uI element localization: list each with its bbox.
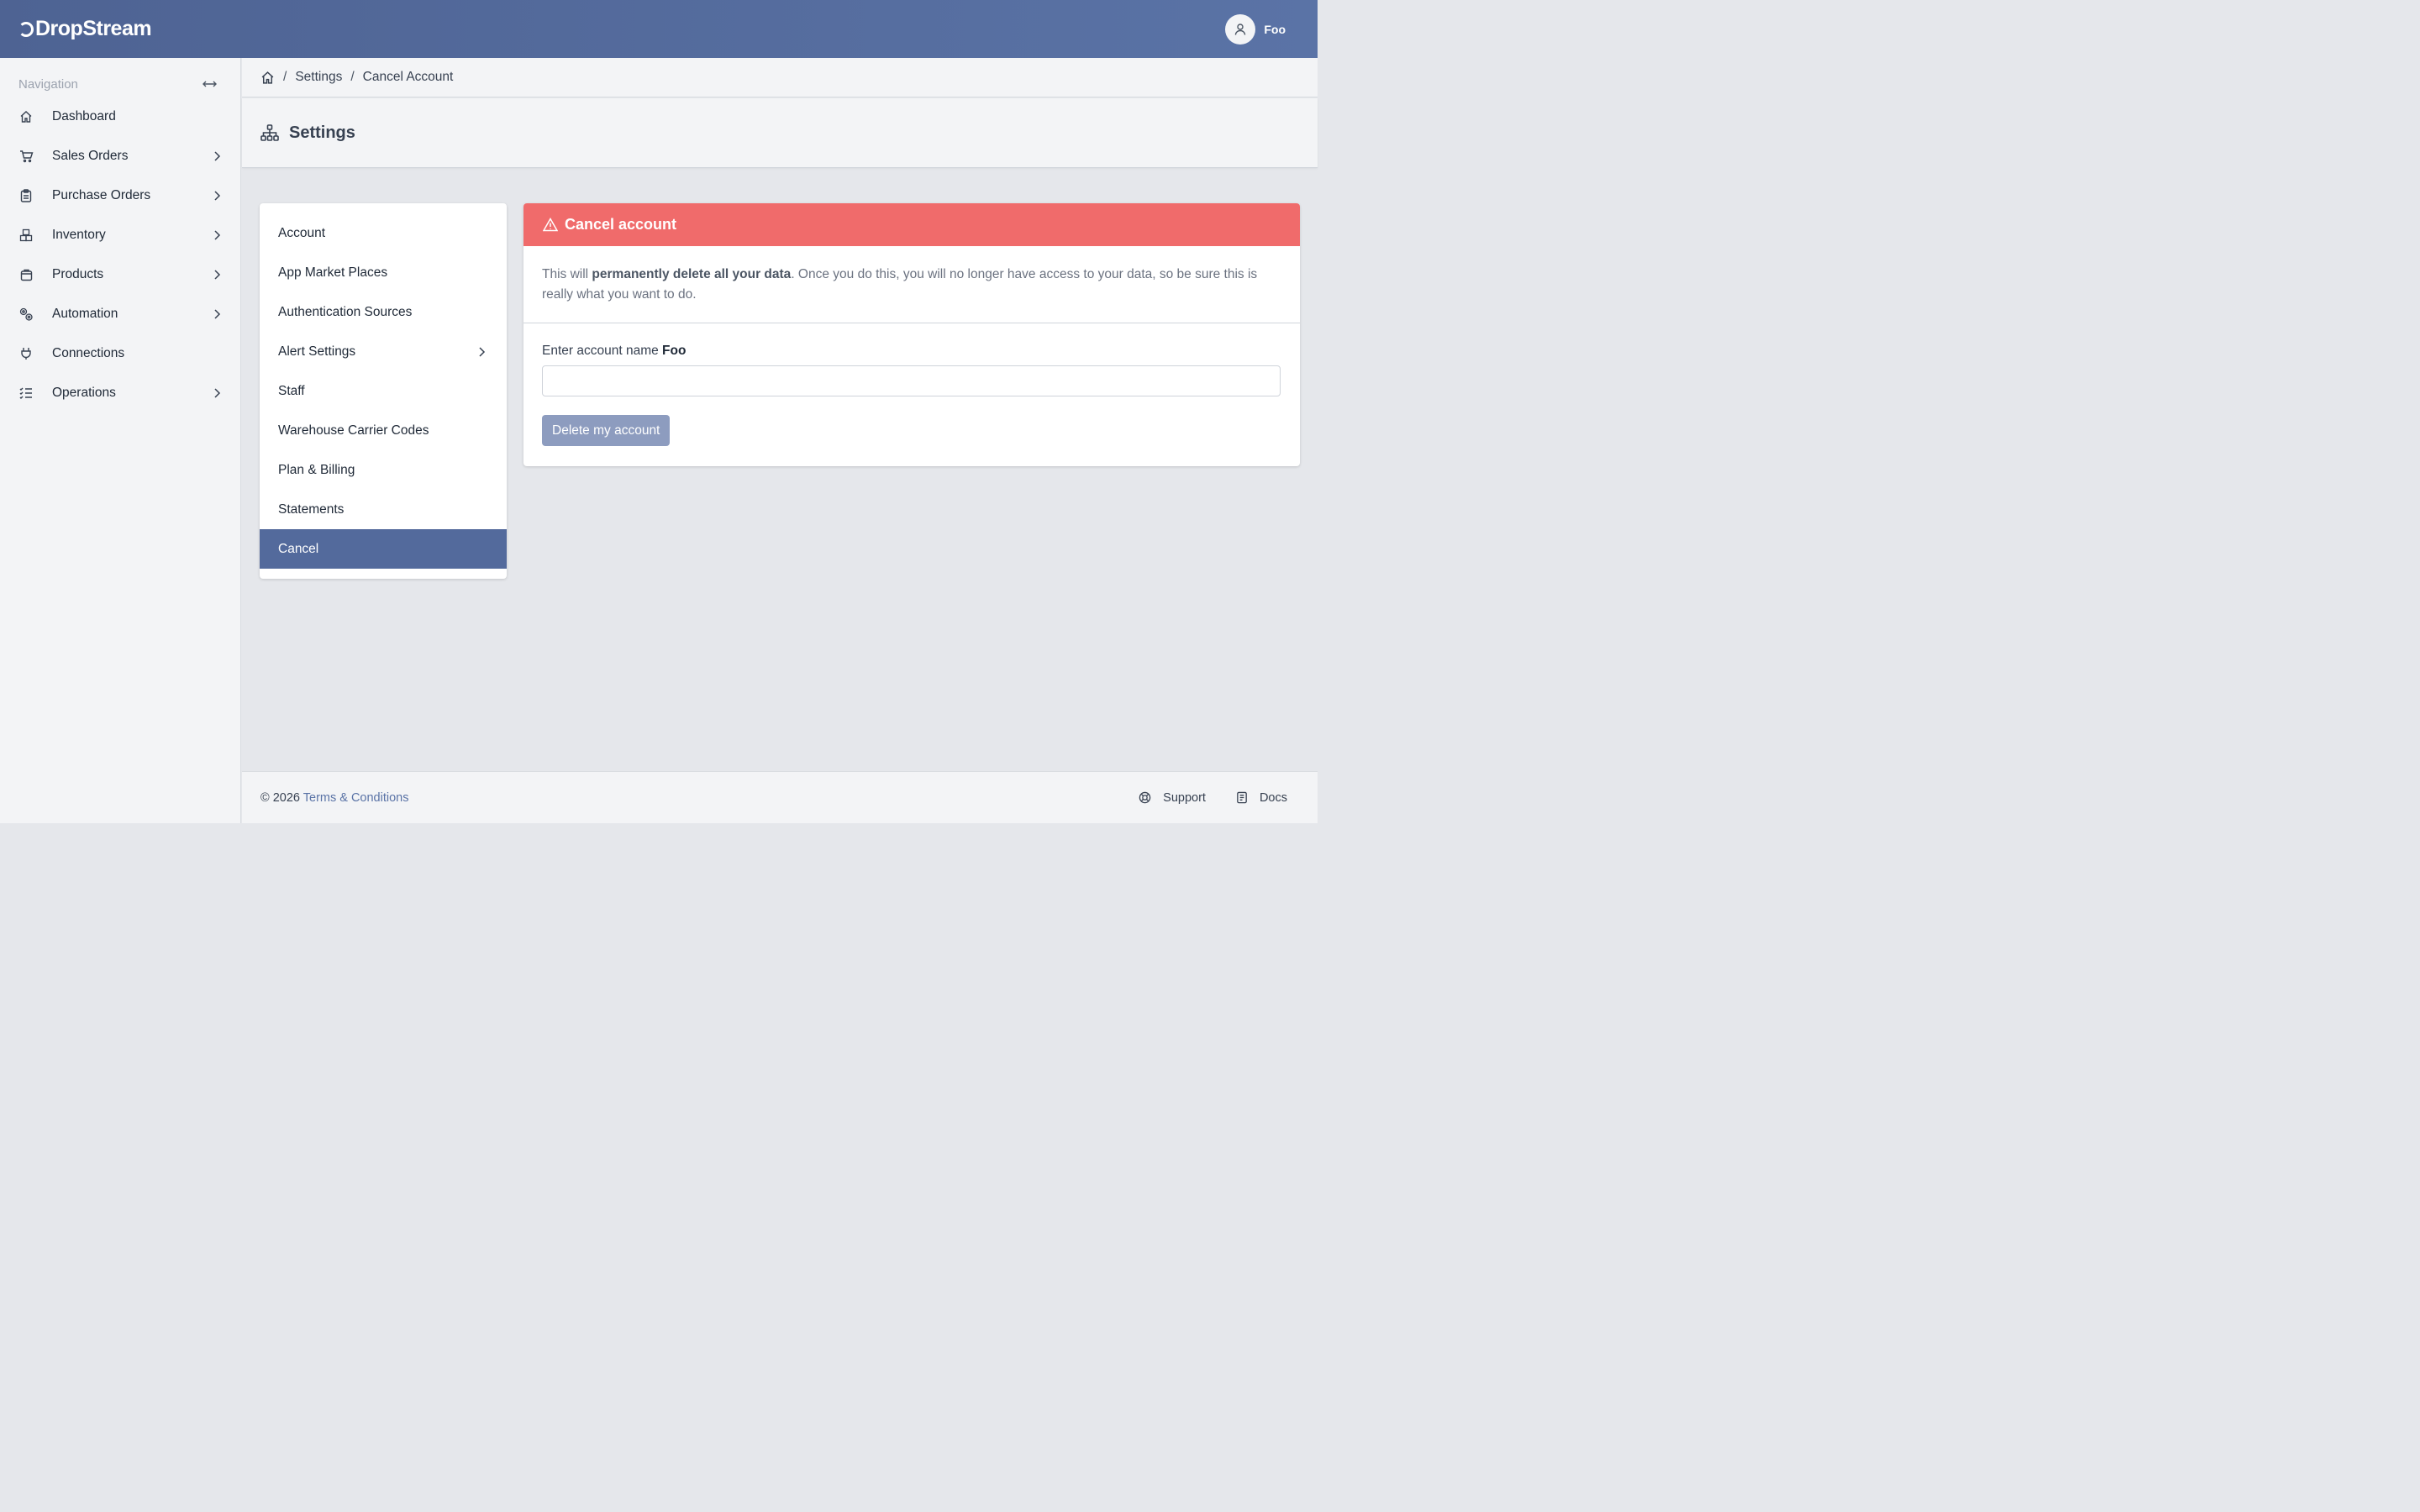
- sidebar-item-label: Automation: [52, 306, 118, 321]
- chevron-right-icon[interactable]: [210, 386, 224, 400]
- settings-item-label: Statements: [278, 501, 345, 517]
- settings-item-label: App Market Places: [278, 265, 388, 280]
- cart-icon: [18, 149, 34, 164]
- panel-title: Cancel account: [565, 216, 677, 233]
- lifebuoy-icon: [1139, 791, 1151, 804]
- sidebar-heading: Navigation: [18, 76, 78, 92]
- account-name-value: Foo: [662, 344, 687, 358]
- sidebar-item-connections[interactable]: Connections: [0, 333, 240, 373]
- settings-item-label: Alert Settings: [278, 344, 356, 359]
- home-icon: [18, 109, 34, 124]
- footer-copyright: © 2026 Terms & Conditions: [260, 791, 408, 805]
- sidebar-item-label: Sales Orders: [52, 148, 129, 163]
- settings-item-cancel[interactable]: Cancel: [260, 529, 507, 569]
- confirm-form: Enter account name Foo Delete my account: [523, 323, 1300, 446]
- sidebar-item-sales-orders[interactable]: Sales Orders: [0, 136, 240, 176]
- sidebar-item-inventory[interactable]: Inventory: [0, 215, 240, 255]
- sidebar: Navigation Dashboard Sales Orders Purcha…: [0, 58, 241, 823]
- settings-item-label: Cancel: [278, 541, 319, 556]
- breadcrumb-cancel-account: Cancel Account: [362, 70, 454, 84]
- breadcrumb-settings[interactable]: Settings: [295, 70, 342, 85]
- settings-item-label: Plan & Billing: [278, 462, 355, 477]
- settings-item-staff[interactable]: Staff: [260, 371, 507, 411]
- warning-icon: [543, 218, 558, 232]
- warning-message: This will permanently delete all your da…: [523, 246, 1300, 323]
- footer-links: Support Docs: [1108, 791, 1287, 805]
- settings-menu: Account App Market Places Authentication…: [260, 203, 507, 579]
- cancel-account-panel: Cancel account This will permanently del…: [523, 203, 1300, 466]
- sidebar-item-label: Purchase Orders: [52, 187, 151, 202]
- home-icon[interactable]: [260, 71, 275, 85]
- list-check-icon: [18, 386, 34, 401]
- user-menu[interactable]: Foo: [1225, 13, 1286, 45]
- sidebar-item-operations[interactable]: Operations: [0, 373, 240, 412]
- settings-item-label: Authentication Sources: [278, 304, 413, 319]
- gears-icon: [18, 307, 34, 322]
- brand-logo[interactable]: DropStream: [18, 17, 152, 41]
- terms-link[interactable]: Terms & Conditions: [303, 791, 409, 805]
- breadcrumb-separator: /: [350, 70, 355, 84]
- docs-link[interactable]: Docs: [1236, 791, 1287, 805]
- sidebar-item-label: Products: [52, 266, 104, 281]
- account-name-label: Enter account name Foo: [542, 344, 1281, 359]
- user-icon: [1235, 23, 1246, 35]
- delete-account-button[interactable]: Delete my account: [542, 415, 671, 446]
- settings-item-label: Account: [278, 225, 326, 240]
- settings-item-label: Warehouse Carrier Codes: [278, 423, 429, 438]
- footer: © 2026 Terms & Conditions Support Docs: [242, 771, 1318, 823]
- settings-item-label: Staff: [278, 383, 305, 398]
- warning-prefix: This will: [542, 267, 592, 281]
- account-name-label-text: Enter account name: [542, 344, 663, 358]
- page-title: Settings: [289, 123, 355, 142]
- chevron-right-icon[interactable]: [210, 150, 224, 163]
- chevron-right-icon[interactable]: [210, 228, 224, 242]
- sidebar-header: Navigation: [0, 58, 240, 97]
- brand-name: DropStream: [35, 17, 152, 40]
- sidebar-item-label: Dashboard: [52, 108, 116, 123]
- support-link[interactable]: Support: [1139, 791, 1206, 805]
- settings-item-statements[interactable]: Statements: [260, 490, 507, 529]
- avatar[interactable]: [1225, 13, 1256, 45]
- sidebar-item-label: Inventory: [52, 227, 106, 242]
- clipboard-icon: [18, 188, 34, 203]
- docs-label: Docs: [1259, 790, 1287, 805]
- sidebar-item-dashboard[interactable]: Dashboard: [0, 97, 240, 136]
- settings-item-warehouse-carrier-codes[interactable]: Warehouse Carrier Codes: [260, 411, 507, 450]
- sitemap-icon: [260, 124, 279, 141]
- sidebar-item-purchase-orders[interactable]: Purchase Orders: [0, 176, 240, 215]
- settings-item-plan-billing[interactable]: Plan & Billing: [260, 450, 507, 490]
- sidebar-item-label: Operations: [52, 385, 116, 400]
- collapse-sidebar-icon[interactable]: [203, 76, 217, 92]
- sidebar-item-label: Connections: [52, 345, 125, 360]
- breadcrumb: / Settings / Cancel Account: [242, 58, 1318, 97]
- page-header: Settings: [242, 98, 1318, 168]
- user-name[interactable]: Foo: [1264, 23, 1286, 36]
- panel-header: Cancel account: [523, 203, 1300, 246]
- warning-emphasis: permanently delete all your data: [592, 267, 792, 281]
- settings-item-alert-settings[interactable]: Alert Settings: [260, 332, 507, 371]
- support-label: Support: [1163, 790, 1206, 805]
- plug-icon: [18, 346, 34, 361]
- copyright-text: © 2026: [260, 790, 303, 805]
- settings-item-account[interactable]: Account: [260, 213, 507, 253]
- document-icon: [1236, 791, 1248, 804]
- boxes-icon: [18, 228, 34, 243]
- bag-icon: [18, 267, 34, 282]
- chevron-right-icon[interactable]: [475, 345, 488, 359]
- settings-item-authentication-sources[interactable]: Authentication Sources: [260, 292, 507, 332]
- chevron-right-icon[interactable]: [210, 268, 224, 281]
- sidebar-item-automation[interactable]: Automation: [0, 294, 240, 333]
- top-bar: DropStream Foo: [0, 0, 1318, 58]
- settings-item-app-market-places[interactable]: App Market Places: [260, 253, 507, 292]
- sidebar-item-products[interactable]: Products: [0, 255, 240, 294]
- chevron-right-icon[interactable]: [210, 189, 224, 202]
- account-name-input[interactable]: [542, 365, 1281, 396]
- logo-mark-icon: [18, 21, 34, 37]
- breadcrumb-separator: /: [283, 70, 287, 84]
- chevron-right-icon[interactable]: [210, 307, 224, 321]
